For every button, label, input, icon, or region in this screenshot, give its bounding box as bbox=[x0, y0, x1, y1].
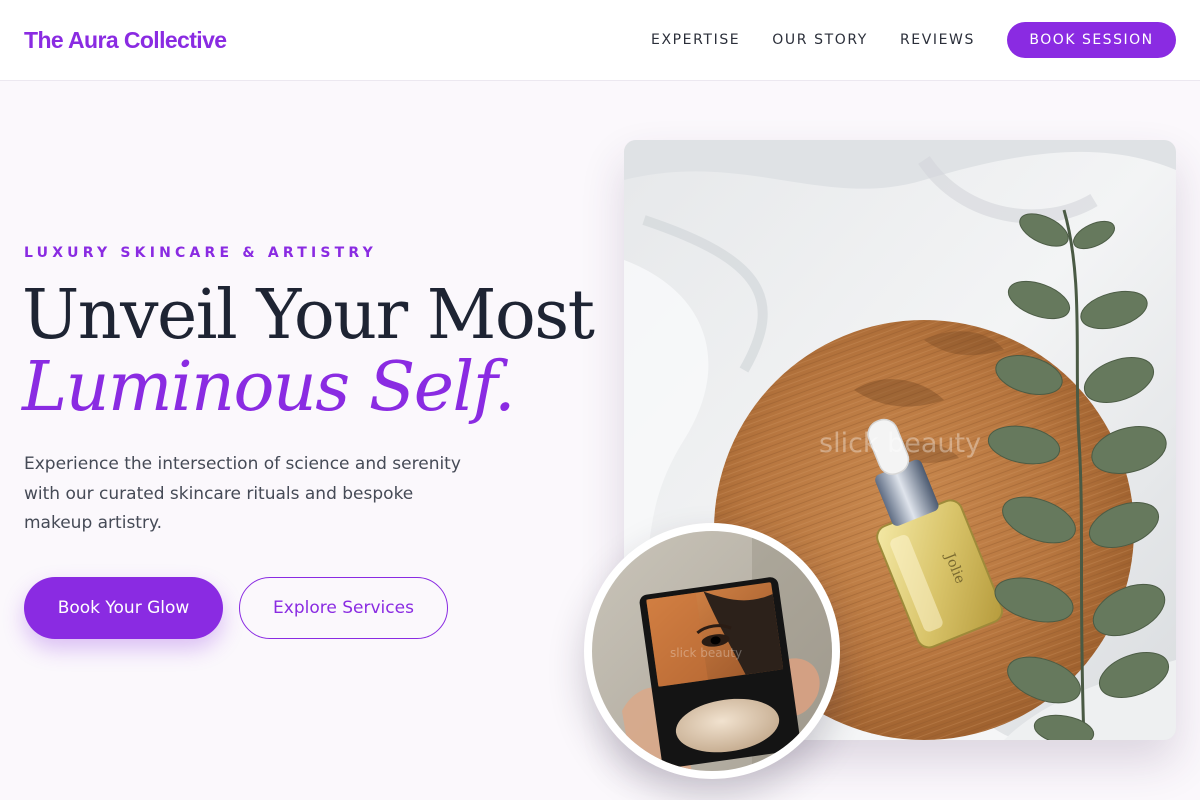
inset-image-watermark: slick beauty bbox=[670, 646, 742, 660]
hero-description: Experience the intersection of science a… bbox=[24, 454, 461, 533]
hero-headline: Unveil Your Most Luminous Self. bbox=[22, 280, 595, 427]
hero-eyebrow: LUXURY SKINCARE & ARTISTRY bbox=[24, 245, 377, 261]
inset-mirror-image: slick beauty bbox=[584, 523, 840, 779]
hero-headline-line2: Luminous Self. bbox=[22, 348, 516, 427]
book-session-button[interactable]: BOOK SESSION bbox=[1007, 22, 1176, 58]
top-nav: The Aura Collective EXPERTISE OUR STORY … bbox=[0, 0, 1200, 81]
nav-link-expertise[interactable]: EXPERTISE bbox=[651, 32, 740, 48]
nav-link-reviews[interactable]: REVIEWS bbox=[900, 32, 975, 48]
nav-link-our-story[interactable]: OUR STORY bbox=[772, 32, 868, 48]
nav-links: EXPERTISE OUR STORY REVIEWS BOOK SESSION bbox=[651, 22, 1176, 58]
inset-mirror-photo: slick beauty bbox=[592, 531, 832, 771]
book-your-glow-button[interactable]: Book Your Glow bbox=[24, 577, 223, 639]
explore-services-button[interactable]: Explore Services bbox=[239, 577, 448, 639]
brand-logo[interactable]: The Aura Collective bbox=[24, 27, 227, 54]
main-image-watermark: slick beauty bbox=[819, 428, 981, 459]
hero-headline-line1: Unveil Your Most bbox=[22, 276, 595, 355]
